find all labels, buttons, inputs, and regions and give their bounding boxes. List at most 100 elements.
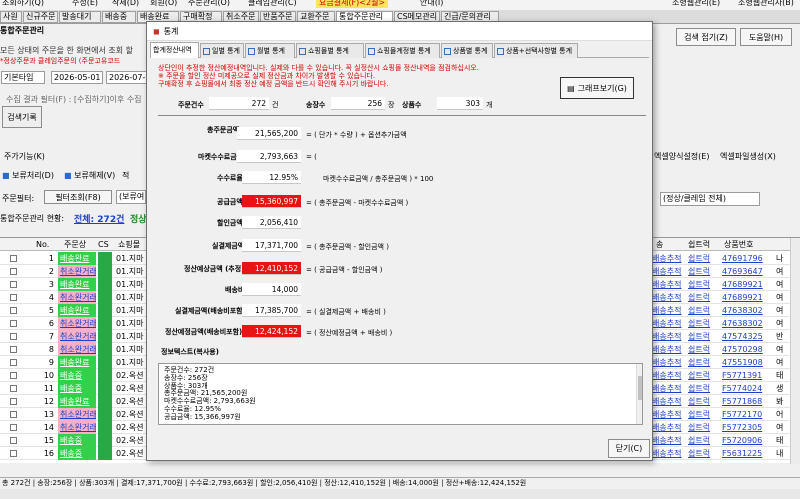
row-checkbox[interactable] (10, 294, 17, 301)
row-status[interactable]: 배송완료 (58, 278, 96, 291)
search-history-button[interactable]: 검색기록 (2, 106, 42, 128)
row-track-link[interactable]: 배송추적 (652, 395, 684, 408)
row-product-link[interactable]: 47689921 (722, 278, 772, 291)
row-product-link[interactable]: F5772170 (722, 408, 772, 421)
row-checkbox[interactable] (10, 359, 17, 366)
top-right-item[interactable]: 소형웹관리(E) (672, 0, 720, 8)
date-from-input[interactable]: 2026-05-01 (51, 71, 103, 84)
dialog-tab-monthly[interactable]: 월별 통계 (245, 43, 295, 58)
row-track-link[interactable]: 배송추적 (652, 369, 684, 382)
row-checkbox[interactable] (10, 437, 17, 444)
header-status[interactable]: 주문상 (64, 238, 86, 251)
row-checkbox[interactable] (10, 268, 17, 275)
claim-status-select[interactable]: (정상/클레임 전체) (660, 192, 760, 206)
row-product-link[interactable]: 47689921 (722, 291, 772, 304)
row-product-link[interactable]: 47574325 (722, 330, 772, 343)
row-ship-link[interactable]: 쉽트럭 (688, 291, 720, 304)
row-track-link[interactable]: 배송추적 (652, 317, 684, 330)
row-status[interactable]: 취소완거래 (58, 330, 96, 343)
order-count-normal[interactable]: 정상 (130, 212, 147, 225)
row-track-link[interactable]: 배송추적 (652, 252, 684, 265)
row-status[interactable]: 취소완거래 (58, 408, 96, 421)
row-status[interactable]: 취소완거래 (58, 421, 96, 434)
header-mall[interactable]: 쇼핑몰 (118, 238, 140, 251)
row-ship-link[interactable]: 쉽트럭 (688, 369, 720, 382)
row-product-link[interactable]: F5772305 (722, 421, 772, 434)
row-product-link[interactable]: F5771391 (722, 369, 772, 382)
row-product-link[interactable]: F5771868 (722, 395, 772, 408)
row-ship-link[interactable]: 쉽트럭 (688, 447, 720, 460)
header-no[interactable]: No. (36, 238, 49, 251)
tab-2[interactable]: 발송대기 (59, 11, 101, 23)
search-collapse-button[interactable]: 검색 접기(Z) (676, 28, 736, 46)
info-textarea[interactable]: 주문건수: 272건 송장수: 256장 상품수: 303개 총주문금액: 21… (158, 363, 643, 425)
apply-button[interactable]: 적 (122, 170, 129, 181)
row-checkbox[interactable] (10, 281, 17, 288)
graph-view-button[interactable]: ▤ 그래프보기(G) (560, 77, 634, 99)
row-ship-link[interactable]: 쉽트럭 (688, 304, 720, 317)
row-ship-link[interactable]: 쉽트럭 (688, 252, 720, 265)
row-track-link[interactable]: 배송추적 (652, 408, 684, 421)
row-ship-link[interactable]: 쉽트럭 (688, 421, 720, 434)
row-product-link[interactable]: 47693647 (722, 265, 772, 278)
row-product-link[interactable]: 47691796 (722, 252, 772, 265)
close-button[interactable]: 닫기(C) (608, 439, 650, 458)
row-ship-link[interactable]: 쉽트럭 (688, 343, 720, 356)
row-product-link[interactable]: 47638302 (722, 317, 772, 330)
row-status[interactable]: 배송중 (58, 434, 96, 447)
top-right-item[interactable]: 소형웹관리자(B) (738, 0, 794, 8)
dialog-tab-summary[interactable]: 합계정산내역 (150, 42, 199, 58)
row-track-link[interactable]: 배송추적 (652, 330, 684, 343)
dialog-tab-daily[interactable]: 일별 통계 (200, 43, 244, 58)
excel-create-button[interactable]: 엑셀파일생성(X) (720, 151, 776, 162)
row-ship-link[interactable]: 쉽트럭 (688, 265, 720, 278)
header-product[interactable]: 상품번호 (724, 238, 753, 251)
row-checkbox[interactable] (10, 424, 17, 431)
row-track-link[interactable]: 배송추적 (652, 447, 684, 460)
row-product-link[interactable]: 47551908 (722, 356, 772, 369)
dialog-tab-mall[interactable]: 쇼핑몰별 통계 (296, 43, 364, 58)
row-checkbox[interactable] (10, 411, 17, 418)
row-ship-link[interactable]: 쉽트럭 (688, 434, 720, 447)
feature-menu[interactable]: 주가기능(K) (4, 151, 45, 162)
row-status[interactable]: 배송완료 (58, 252, 96, 265)
dialog-tab-mall-account[interactable]: 쇼핑몰계정별 통계 (365, 43, 440, 58)
row-status[interactable]: 배송완료 (58, 356, 96, 369)
period-type-select[interactable]: 기본타입 (1, 71, 45, 84)
row-ship-link[interactable]: 쉽트럭 (688, 395, 720, 408)
row-track-link[interactable]: 배송추적 (652, 356, 684, 369)
row-checkbox[interactable] (10, 398, 17, 405)
tab-1[interactable]: 신규주문 (23, 11, 58, 23)
row-status[interactable]: 취소완거래 (58, 291, 96, 304)
row-ship-link[interactable]: 쉽트럭 (688, 278, 720, 291)
row-product-link[interactable]: F5774024 (722, 382, 772, 395)
row-checkbox[interactable] (10, 320, 17, 327)
row-track-link[interactable]: 배송추적 (652, 304, 684, 317)
row-checkbox[interactable] (10, 307, 17, 314)
row-status[interactable]: 취소완거래 (58, 317, 96, 330)
row-track-link[interactable]: 배송추적 (652, 291, 684, 304)
grid-scrollbar[interactable] (790, 238, 800, 464)
top-menu-item[interactable]: 조회하기(Q) (2, 0, 44, 8)
row-status[interactable]: 배송중 (58, 382, 96, 395)
header-invoice[interactable]: 송 (656, 238, 663, 251)
tab-3[interactable]: 배송중 (102, 11, 136, 23)
row-ship-link[interactable]: 쉽트럭 (688, 330, 720, 343)
top-menu-item-billing[interactable]: 요금결제(F)<2월> (316, 0, 389, 8)
hold-filter-select[interactable]: (보류여 (116, 190, 146, 204)
top-menu-item[interactable]: 주문관리(O) (188, 0, 230, 8)
row-product-link[interactable]: 47638302 (722, 304, 772, 317)
row-status[interactable]: 취소완거래 (58, 265, 96, 278)
header-cs[interactable]: CS (98, 238, 109, 251)
row-track-link[interactable]: 배송추적 (652, 434, 684, 447)
row-checkbox[interactable] (10, 450, 17, 457)
top-menu-item[interactable]: 삭제(D) (112, 0, 139, 8)
row-track-link[interactable]: 배송추적 (652, 421, 684, 434)
header-ship[interactable]: 쉽트럭 (688, 238, 710, 251)
row-status[interactable]: 배송중 (58, 447, 96, 460)
row-track-link[interactable]: 배송추적 (652, 343, 684, 356)
row-product-link[interactable]: F5631225 (722, 447, 772, 460)
row-status[interactable]: 배송완료 (58, 304, 96, 317)
row-product-link[interactable]: F5720906 (722, 434, 772, 447)
row-checkbox[interactable] (10, 385, 17, 392)
